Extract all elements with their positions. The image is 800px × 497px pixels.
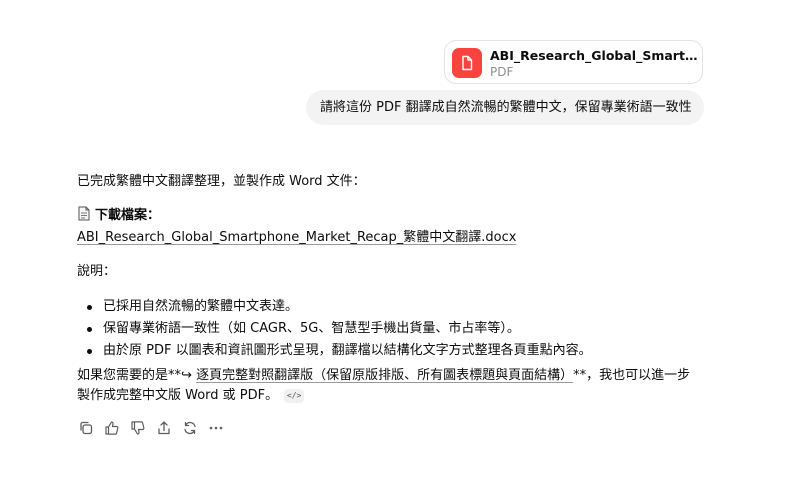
code-chip[interactable]: </> [284,388,305,403]
download-file-link[interactable]: ABI_Research_Global_Smartphone_Market_Re… [77,228,516,248]
share-button[interactable] [155,419,173,437]
pdf-file-icon [452,48,482,78]
attachment-type: PDF [490,65,514,79]
regenerate-button[interactable] [181,419,199,437]
followup-line-2: 製作成完整中文版 Word 或 PDF。 </> [77,386,305,406]
copy-button[interactable] [77,419,95,437]
attachment-name: ABI_Research_Global_Smartphone_Market_Re… [490,48,698,63]
share-icon [158,421,170,435]
like-button[interactable] [103,419,121,437]
regenerate-icon [184,421,196,435]
notes-heading: 說明： [77,264,117,279]
followup-suffix: **，我也可以進一步 [573,368,691,383]
followup-prefix: 如果您需要的是** [77,368,182,383]
copy-icon [80,421,93,435]
followup-line-2-text: 製作成完整中文版 Word 或 PDF。 [77,388,279,403]
thumbs-up-icon [105,421,119,435]
assistant-intro: 已完成繁體中文翻譯整理，並製作成 Word 文件： [77,174,366,189]
download-heading: 下載檔案： [77,206,160,228]
document-icon [77,206,91,228]
user-message: 請將這份 PDF 翻譯成自然流暢的繁體中文，保留專業術語一致性 [306,90,704,125]
followup-line-1: 如果您需要的是**↪ 逐頁完整對照翻譯版（保留原版排版、所有圖表標題與頁面結構）… [77,366,690,386]
list-item: 已採用自然流暢的繁體中文表達。 [77,296,592,318]
message-actions [77,419,225,437]
more-button[interactable] [207,419,225,437]
followup-link[interactable]: 逐頁完整對照翻譯版（保留原版排版、所有圖表標題與頁面結構） [196,368,573,383]
attachment-card[interactable]: ABI_Research_Global_Smartphone_Market_Re… [444,40,703,84]
list-item: 由於原 PDF 以圖表和資訊圖形式呈現，翻譯檔以結構化文字方式整理各頁重點內容。 [77,340,592,362]
list-item: 保留專業術語一致性（如 CAGR、5G、智慧型手機出貨量、市占率等）。 [77,318,592,340]
notes-list: 已採用自然流暢的繁體中文表達。 保留專業術語一致性（如 CAGR、5G、智慧型手… [77,296,592,362]
dislike-button[interactable] [129,419,147,437]
thumbs-down-icon [131,421,145,435]
followup-arrow: ↪ [181,368,192,383]
more-icon [209,426,223,430]
download-label: 下載檔案： [95,208,161,223]
